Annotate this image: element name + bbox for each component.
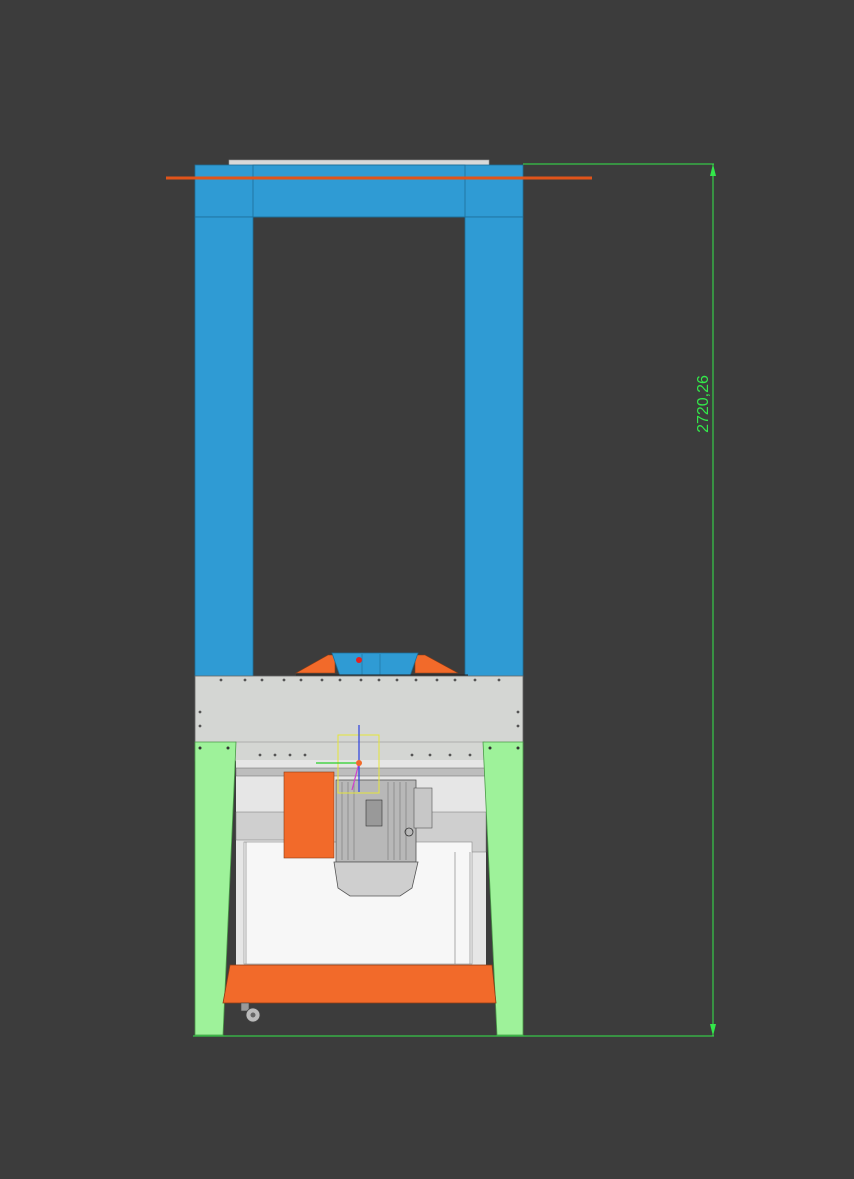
cad-viewport[interactable]: 2720,26 (0, 0, 854, 1174)
interior-bracket-left (235, 811, 291, 841)
motor-fan-cover (333, 861, 419, 897)
dimension-label: 2720,26 (695, 375, 712, 433)
motor-mount (413, 787, 433, 829)
marker-point (356, 657, 362, 663)
interior-rail (235, 767, 487, 777)
left-column (194, 216, 254, 678)
terminal-box (365, 799, 383, 827)
top-crossbeam (194, 164, 524, 218)
right-column (464, 216, 524, 678)
cad-drawing: 2720,26 (0, 0, 854, 1174)
base-tray[interactable] (222, 964, 497, 1004)
belt-guard[interactable] (283, 771, 335, 859)
gizmo-origin (356, 760, 362, 766)
funnel-body (331, 652, 419, 677)
